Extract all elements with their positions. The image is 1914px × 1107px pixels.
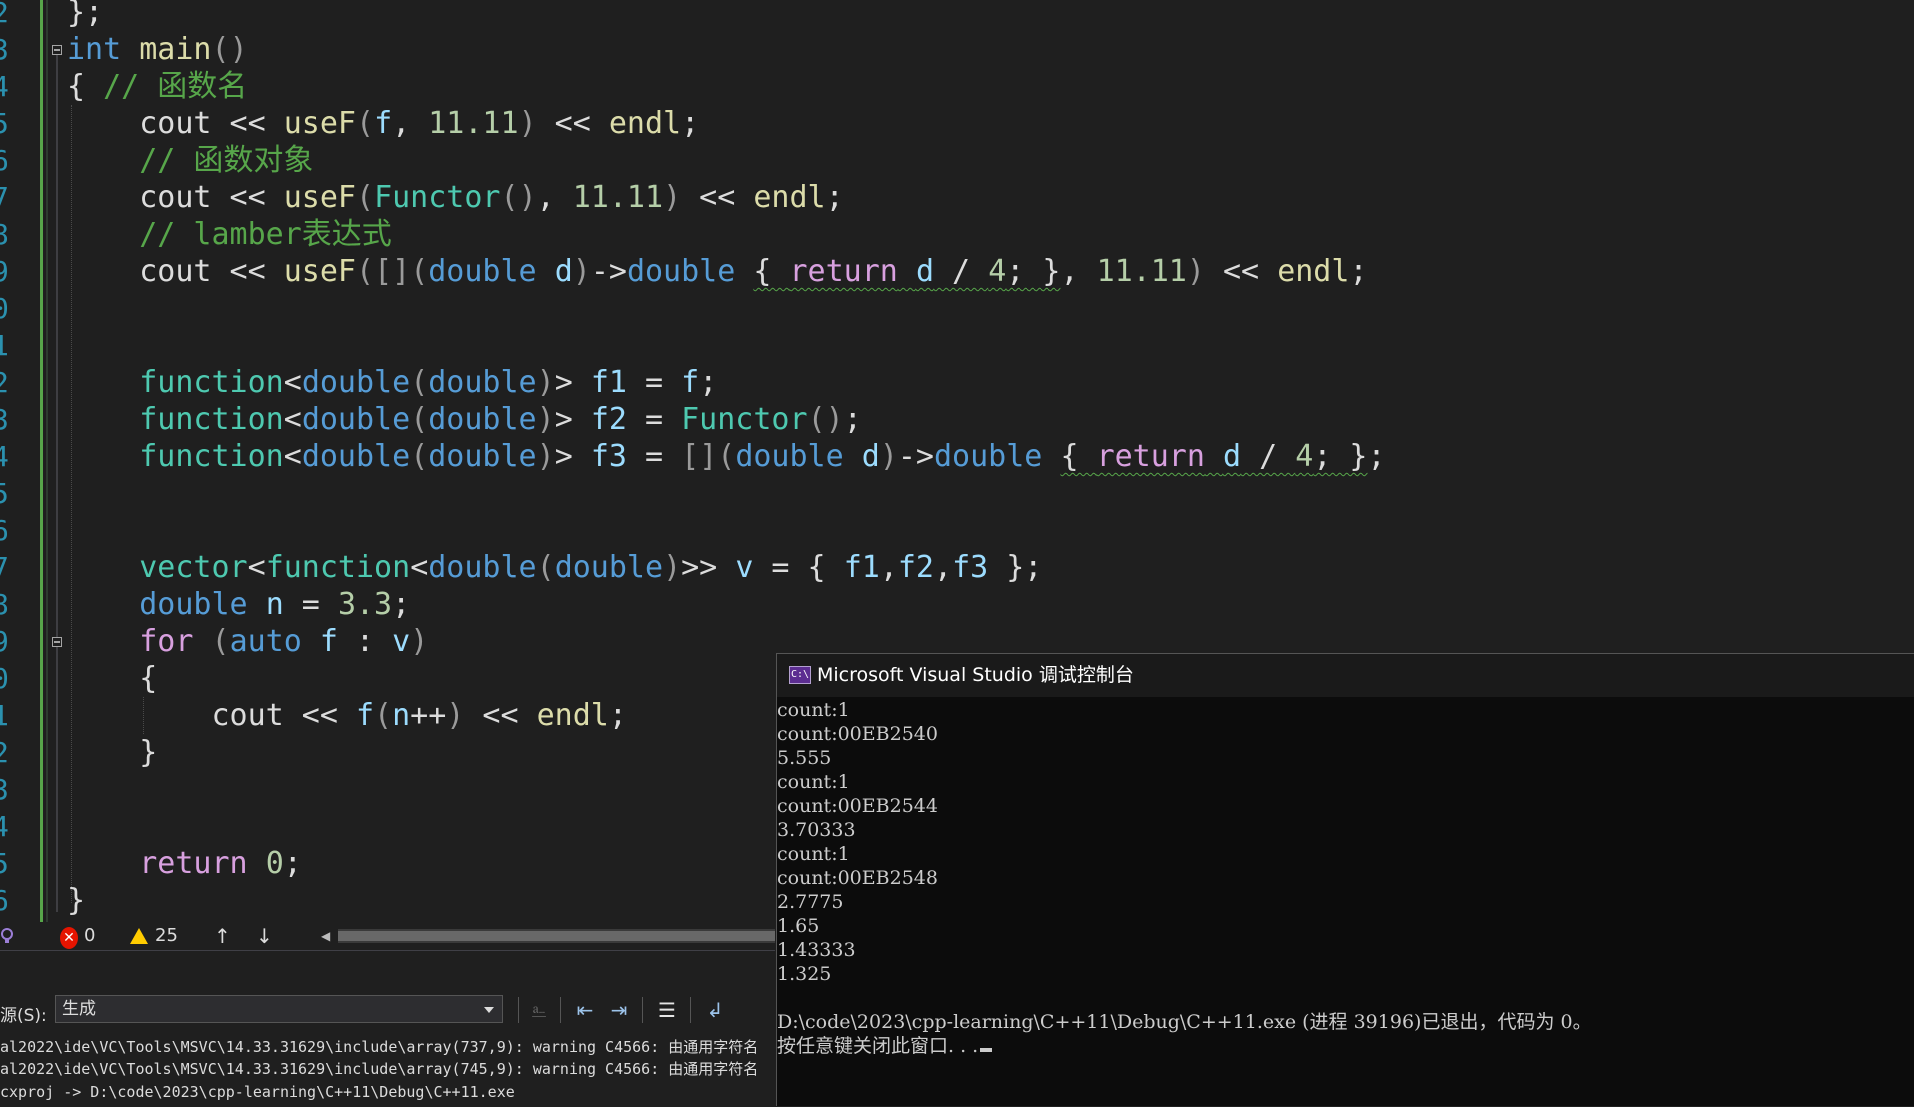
output-line: al2022\ide\VC\Tools\MSVC\14.33.31629\inc… [0,1060,759,1078]
source-dropdown[interactable]: 生成 [55,995,503,1023]
code-line[interactable]: cout << useF(f, 11.11) << endl; [67,105,699,142]
line-number: 4 [0,70,9,103]
line-number: 0 [0,292,9,325]
line-number: 5 [0,847,9,880]
word-wrap-icon[interactable]: ↲ [702,997,728,1023]
output-panel: 源(S): 生成 ⎁ ⇤ ⇥ ☰ ↲ al2022\ide\VC\Tools\M… [0,950,775,1107]
console-line: count:1 [777,771,850,793]
code-line[interactable]: cout << f(n++) << endl; [67,697,626,734]
console-line: 按任意键关闭此窗口. . . [777,1035,979,1057]
line-number: 2 [0,736,9,769]
clear-all-icon[interactable]: ☰ [654,997,680,1023]
change-tracking-bar [40,0,43,922]
line-number: 8 [0,218,9,251]
code-line[interactable]: function<double(double)> f3 = [](double … [67,438,1385,475]
toolbar-separator [518,997,519,1023]
line-number: 2 [0,0,9,29]
line-number: 6 [0,144,9,177]
console-app-icon: C:\ [789,666,811,684]
next-issue-button[interactable]: ↓ [256,925,273,947]
line-number: 4 [0,810,9,843]
line-number: 7 [0,181,9,214]
outline-guide [56,50,58,912]
horizontal-scrollbar-thumb[interactable] [338,931,775,941]
code-line[interactable]: { [67,660,157,697]
line-number: 3 [0,33,9,66]
toolbar-separator [560,997,561,1023]
console-line: D:\code\2023\cpp-learning\C++11\Debug\C+… [777,1011,1592,1033]
source-dropdown-value: 生成 [62,999,96,1019]
line-number: 1 [0,329,9,362]
collapse-for-icon[interactable] [52,637,62,647]
console-title: Microsoft Visual Studio 调试控制台 [817,664,1134,686]
horizontal-scrollbar[interactable] [338,929,775,943]
line-number: 6 [0,884,9,917]
console-line: 1.43333 [777,939,856,961]
console-line: count:00EB2548 [777,867,938,889]
error-icon[interactable]: ✕ [60,927,78,949]
console-titlebar[interactable]: C:\ Microsoft Visual Studio 调试控制台 [777,654,1914,697]
toolbar-separator [642,997,643,1023]
line-number: 5 [0,107,9,140]
code-line[interactable]: double n = 3.3; [67,586,410,623]
chevron-down-icon [484,1007,494,1013]
console-line: count:00EB2544 [777,795,938,817]
console-line: count:1 [777,699,850,721]
next-message-icon[interactable]: ⇥ [606,997,632,1023]
console-line: 1.65 [777,915,820,937]
code-line[interactable]: int main() [67,31,248,68]
console-line: 2.7775 [777,891,844,913]
source-label: 源(S): [0,1006,47,1026]
code-line[interactable]: function<double(double)> f1 = f; [67,364,717,401]
find-message-icon[interactable]: ⎁ [526,997,552,1023]
code-line[interactable]: cout << useF([](double d)->double { retu… [67,253,1367,290]
line-number: 9 [0,255,9,288]
console-line: 1.325 [777,963,832,985]
debug-console-window[interactable]: C:\ Microsoft Visual Studio 调试控制台 count:… [776,653,1914,1106]
code-line[interactable]: } [67,734,157,771]
previous-issue-button[interactable]: ↑ [214,925,231,947]
code-line[interactable]: for (auto f : v) [67,623,428,660]
line-number: 1 [0,699,9,732]
code-line[interactable]: } [67,882,85,919]
line-number: 3 [0,403,9,436]
toolbar-separator [690,997,691,1023]
intellicode-icon[interactable] [0,925,14,947]
output-line: cxproj -> D:\code\2023\cpp-learning\C++1… [0,1083,515,1101]
code-line[interactable]: // lamber表达式 [67,216,392,253]
scroll-left-button[interactable]: ◀ [321,925,330,947]
line-number-gutter: 2 3 4 5 6 7 8 9 0 1 2 3 4 5 6 7 8 9 0 1 … [0,0,36,922]
console-line: 5.555 [777,747,832,769]
code-line[interactable]: function<double(double)> f2 = Functor(); [67,401,862,438]
console-prompt-line: 按任意键关闭此窗口. . . [777,1034,993,1058]
warning-icon[interactable] [130,928,148,944]
line-number: 6 [0,514,9,547]
console-line: 3.70333 [777,819,856,841]
code-line[interactable]: return 0; [67,845,302,882]
code-line[interactable]: vector<function<double(double)>> v = { f… [67,549,1042,586]
console-line: count:00EB2540 [777,723,938,745]
line-number: 7 [0,551,9,584]
line-number: 8 [0,588,9,621]
line-number: 0 [0,662,9,695]
line-number: 3 [0,773,9,806]
line-number: 9 [0,625,9,658]
output-line: al2022\ide\VC\Tools\MSVC\14.33.31629\inc… [0,1038,759,1056]
previous-message-icon[interactable]: ⇤ [572,997,598,1023]
console-cursor [980,1048,993,1052]
line-number: 5 [0,477,9,510]
editor-status-bar: ✕ 0 25 ↑ ↓ ◀ [0,922,775,950]
code-line[interactable]: }; [67,0,103,31]
error-count[interactable]: 0 [84,925,95,947]
line-number: 4 [0,440,9,473]
warning-count[interactable]: 25 [155,925,178,947]
selection-margin [46,0,48,922]
collapse-main-icon[interactable] [52,45,62,55]
line-number: 2 [0,366,9,399]
code-line[interactable]: cout << useF(Functor(), 11.11) << endl; [67,179,843,216]
code-line[interactable]: { // 函数名 [67,68,247,105]
code-line[interactable]: // 函数对象 [67,142,313,179]
console-line: count:1 [777,843,850,865]
